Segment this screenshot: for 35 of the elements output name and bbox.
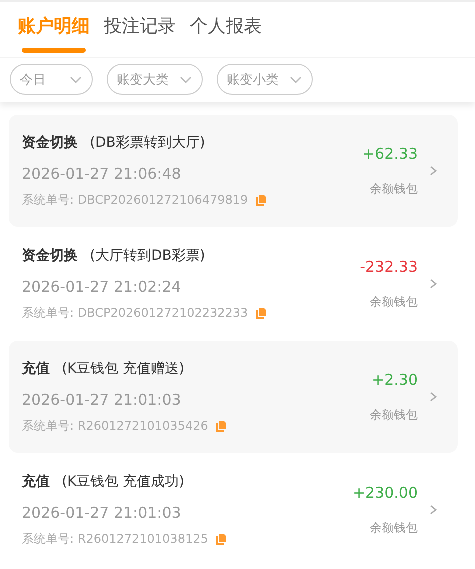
caret-icon <box>180 76 192 84</box>
order-number: 系统单号: R2601272101038125 <box>22 530 208 548</box>
record-time: 2026-01-27 21:01:03 <box>22 390 182 408</box>
amount: -232.33 <box>360 258 418 276</box>
chevron-right-icon[interactable] <box>428 278 440 290</box>
chevron-right-icon[interactable] <box>428 391 440 403</box>
tab[interactable]: 投注记录 <box>104 14 176 57</box>
caret-icon <box>70 76 82 84</box>
chevron-right-icon[interactable] <box>428 165 440 177</box>
record-card[interactable]: 充值 (K豆钱包 充值赠送) 2026-01-27 21:01:03 系统单号: R2601272101035426 +2.30 余额钱包 <box>9 341 458 453</box>
record-title: 充值 (K豆钱包 充值成功) <box>22 472 186 492</box>
record-time: 2026-01-27 21:06:48 <box>22 164 182 182</box>
record-time: 2026-01-27 21:01:03 <box>22 504 182 522</box>
amount: +62.33 <box>362 144 418 162</box>
tab[interactable]: 个人报表 <box>190 14 262 57</box>
record-time: 2026-01-27 21:02:24 <box>22 278 182 296</box>
wallet-label: 余额钱包 <box>370 406 418 424</box>
copy-icon[interactable] <box>216 420 226 432</box>
record-title: 充值 (K豆钱包 充值赠送) <box>22 360 186 378</box>
chevron-right-icon[interactable] <box>428 504 440 516</box>
wallet-label: 余额钱包 <box>370 520 418 536</box>
record-title: 资金切换 (DB彩票转到大厅) <box>22 134 206 152</box>
copy-icon[interactable] <box>256 194 266 206</box>
amount: +230.00 <box>352 484 418 502</box>
copy-icon[interactable] <box>256 308 266 318</box>
order-number: 系统单号: DBCP202601272102232233 <box>22 304 248 322</box>
order-number: 系统单号: DBCP202601272106479819 <box>22 192 248 208</box>
wallet-label: 余额钱包 <box>370 180 418 198</box>
order-number: 系统单号: R2601272101035426 <box>22 418 208 434</box>
amount: +2.30 <box>372 370 418 388</box>
wallet-label: 余额钱包 <box>370 294 418 310</box>
copy-icon[interactable] <box>216 534 226 544</box>
record-card[interactable]: 资金切换 (DB彩票转到大厅) 2026-01-27 21:06:48 系统单号: DBCP202601272106479819 +62.33 余额钱包 <box>9 115 458 227</box>
caret-icon <box>290 76 302 84</box>
record-title: 资金切换 (大厅转到DB彩票) <box>22 246 206 266</box>
